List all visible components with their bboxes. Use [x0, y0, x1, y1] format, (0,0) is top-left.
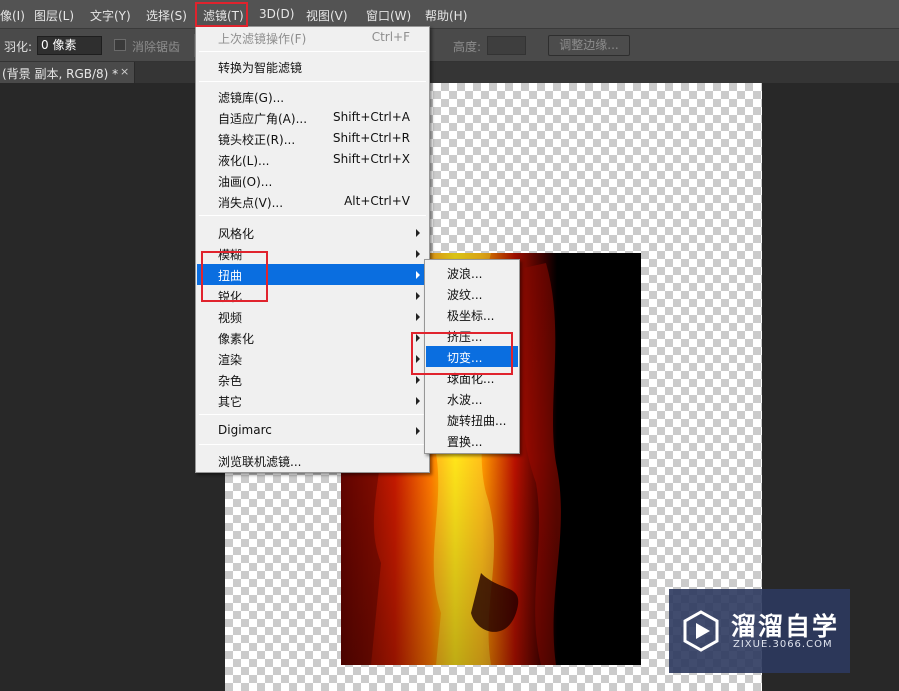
annotation-box-shear: [411, 332, 513, 375]
menu-item-lens-correction[interactable]: 镜头校正(R)... Shift+Ctrl+R: [197, 128, 428, 149]
menu-view[interactable]: 视图(V): [306, 7, 348, 24]
menu-separator: [199, 215, 426, 216]
watermark: 溜溜自学 ZIXUE.3066.COM: [669, 589, 850, 673]
menu-bar: 像(I) 图层(L) 文字(Y) 选择(S) 滤镜(T) 3D(D) 视图(V)…: [0, 0, 899, 29]
menu-item-digimarc[interactable]: Digimarc: [197, 420, 428, 441]
menu-separator: [199, 444, 426, 445]
height-input[interactable]: [487, 36, 526, 55]
antialias-checkbox[interactable]: [114, 39, 126, 51]
menu-item-last-filter[interactable]: 上次滤镜操作(F) Ctrl+F: [197, 27, 428, 48]
menu-item-stylize[interactable]: 风格化: [197, 222, 428, 243]
menu-separator: [199, 51, 426, 52]
menu-item-adaptive-wide-angle[interactable]: 自适应广角(A)... Shift+Ctrl+A: [197, 107, 428, 128]
height-label: 高度:: [453, 40, 482, 54]
menu-item-noise[interactable]: 杂色: [197, 369, 428, 390]
document-tab[interactable]: (背景 副本, RGB/8) * ×: [0, 62, 135, 83]
menu-separator: [199, 414, 426, 415]
watermark-url: ZIXUE.3066.COM: [733, 639, 833, 650]
submenu-item-displace[interactable]: 置换...: [426, 430, 518, 451]
submenu-arrow-icon: [416, 250, 420, 258]
submenu-item-twirl[interactable]: 旋转扭曲...: [426, 409, 518, 430]
menu-select[interactable]: 选择(S): [146, 7, 187, 24]
menu-item-liquify[interactable]: 液化(L)... Shift+Ctrl+X: [197, 149, 428, 170]
menu-type[interactable]: 文字(Y): [90, 7, 131, 24]
submenu-arrow-icon: [416, 313, 420, 321]
submenu-arrow-icon: [416, 271, 420, 279]
menu-item-other[interactable]: 其它: [197, 390, 428, 411]
menu-layer[interactable]: 图层(L): [34, 7, 74, 24]
watermark-name: 溜溜自学: [731, 612, 840, 641]
menu-item-render[interactable]: 渲染: [197, 348, 428, 369]
menu-image[interactable]: 像(I): [0, 7, 25, 24]
annotation-box-distort: [201, 251, 268, 302]
refine-edge-button[interactable]: 调整边缘...: [548, 35, 630, 56]
menu-help[interactable]: 帮助(H): [425, 7, 467, 24]
menu-item-oil-paint[interactable]: 油画(O)...: [197, 170, 428, 191]
menu-separator: [199, 81, 426, 82]
feather-input[interactable]: 0 像素: [37, 36, 102, 55]
submenu-arrow-icon: [416, 229, 420, 237]
feather-label: 羽化:: [4, 40, 33, 54]
submenu-item-ripple[interactable]: 波纹...: [426, 283, 518, 304]
play-logo-icon: [683, 610, 719, 652]
document-tab-title: (背景 副本, RGB/8) *: [2, 67, 119, 81]
menu-item-pixelate[interactable]: 像素化: [197, 327, 428, 348]
submenu-arrow-icon: [416, 397, 420, 405]
submenu-arrow-icon: [416, 376, 420, 384]
submenu-item-polar-coordinates[interactable]: 极坐标...: [426, 304, 518, 325]
menu-item-video[interactable]: 视频: [197, 306, 428, 327]
submenu-arrow-icon: [416, 292, 420, 300]
submenu-item-zigzag[interactable]: 水波...: [426, 388, 518, 409]
close-icon[interactable]: ×: [120, 65, 129, 78]
menu-item-browse-online-filters[interactable]: 浏览联机滤镜...: [197, 450, 428, 471]
photoshop-window: 像(I) 图层(L) 文字(Y) 选择(S) 滤镜(T) 3D(D) 视图(V)…: [0, 0, 899, 691]
menu-3d[interactable]: 3D(D): [259, 7, 294, 21]
submenu-arrow-icon: [416, 427, 420, 435]
filter-menu: 上次滤镜操作(F) Ctrl+F 转换为智能滤镜 滤镜库(G)... 自适应广角…: [195, 26, 430, 473]
menu-item-filter-gallery[interactable]: 滤镜库(G)...: [197, 86, 428, 107]
menu-item-vanishing-point[interactable]: 消失点(V)... Alt+Ctrl+V: [197, 191, 428, 212]
annotation-box-filter-menu: [195, 2, 248, 27]
menu-window[interactable]: 窗口(W): [366, 7, 411, 24]
submenu-item-wave[interactable]: 波浪...: [426, 262, 518, 283]
antialias-label: 消除锯齿: [132, 40, 181, 54]
menu-item-convert-smart-filter[interactable]: 转换为智能滤镜: [197, 56, 428, 77]
